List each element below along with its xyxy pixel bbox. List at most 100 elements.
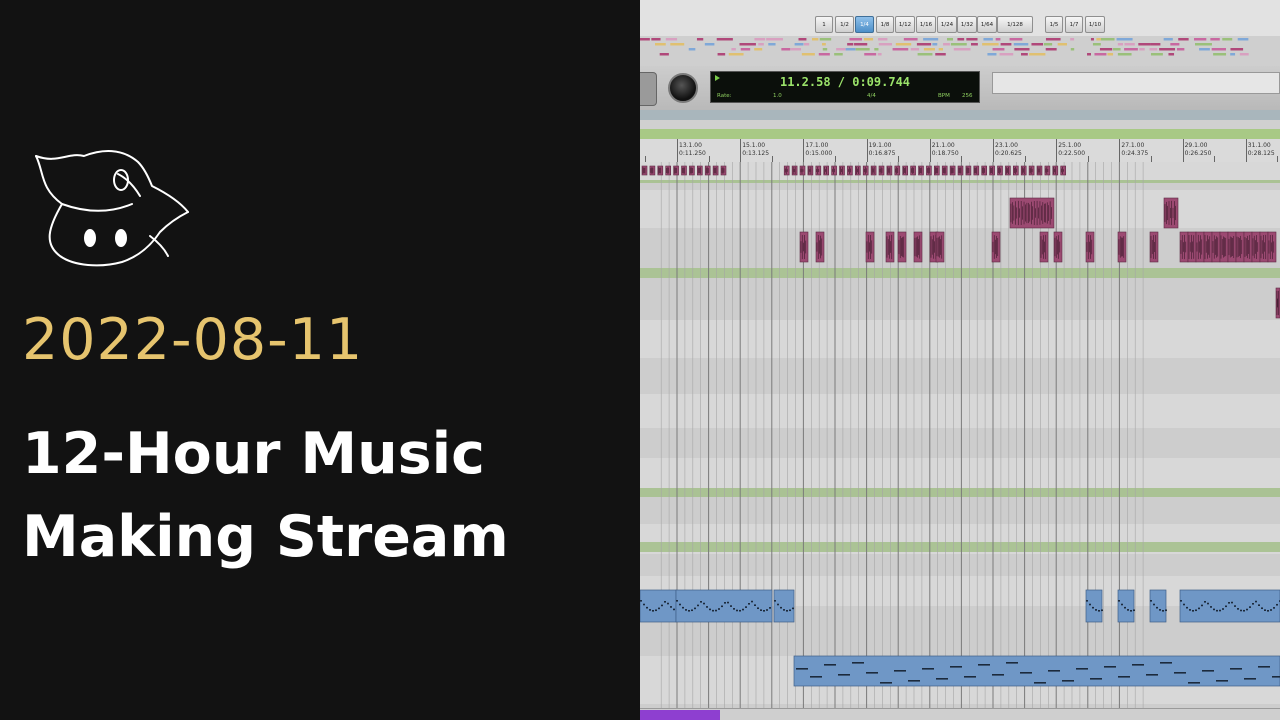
overview-clip [659, 53, 669, 56]
audio-clip [870, 165, 877, 176]
midi-note [718, 608, 720, 610]
midi-note [978, 664, 990, 666]
midi-note [1222, 608, 1224, 610]
midi-note [1156, 606, 1158, 609]
grid-value-button[interactable]: 1/16 [916, 16, 936, 33]
midi-note [1174, 672, 1186, 674]
overview-clip [696, 38, 704, 41]
ruler-tick [993, 139, 994, 162]
overview-clip [1199, 48, 1210, 51]
overview-clip [987, 53, 997, 56]
overview-clip [731, 48, 736, 51]
midi-note [1150, 600, 1152, 602]
grid-value-button[interactable]: 1/2 [835, 16, 854, 33]
overview-clip [1195, 43, 1212, 46]
ruler-bar-label: 13.1.00 [679, 142, 702, 149]
midi-note [724, 602, 726, 604]
grid-value-button[interactable]: 1/24 [937, 16, 957, 33]
midi-note [766, 609, 768, 611]
audio-clip [894, 165, 901, 176]
grid-value-button[interactable]: 1/128 [997, 16, 1033, 33]
overview-clip [863, 38, 874, 41]
grid-value-button[interactable]: 1/64 [977, 16, 997, 33]
midi-note [1244, 678, 1256, 680]
grid-value-toolbar: 1 1/2 1/4 1/8 1/12 1/16 1/24 1/32 1/64 1/128 1/5 1/… [640, 0, 1280, 37]
marker-ruler[interactable] [640, 129, 1280, 139]
midi-note [824, 664, 836, 666]
track-lanes-area[interactable] [640, 162, 1280, 710]
grid-value-button[interactable]: 1/32 [957, 16, 977, 33]
grid-value-button[interactable]: 1 [815, 16, 833, 33]
ruler-time-label: 0:13.125 [742, 150, 770, 157]
midi-note [679, 603, 681, 606]
midi-note [1121, 603, 1123, 606]
overview-clip [1211, 48, 1226, 51]
overview-clip [1096, 38, 1101, 41]
midi-note [1246, 608, 1248, 611]
transport-left-edge-button[interactable] [640, 72, 657, 106]
jog-wheel-knob[interactable] [668, 73, 698, 103]
grid-value-button[interactable]: 1/4 [855, 16, 874, 33]
tuplet-grid-button[interactable]: 1/7 [1065, 16, 1083, 33]
overview-clip [983, 38, 993, 41]
midi-note [1098, 609, 1100, 612]
bars-beats-ruler[interactable]: 13.1.00 0:11.250 15.1.00 0:13.125 17.1.00 0:1… [640, 139, 1280, 163]
midi-note [658, 607, 660, 610]
overview-clip [1021, 53, 1028, 56]
tuplet-grid-button[interactable]: 1/10 [1085, 16, 1105, 33]
audio-clip [1060, 165, 1067, 176]
scrollbar-thumb[interactable] [640, 710, 720, 720]
overview-clip [754, 38, 766, 41]
midi-note [1195, 609, 1197, 612]
ruler-bar-label: 15.1.00 [742, 142, 766, 149]
midi-clip [773, 589, 795, 623]
overview-clip [1113, 48, 1121, 51]
overview-clip [1194, 38, 1207, 41]
overview-clip [895, 43, 912, 46]
overview-clip [917, 53, 933, 56]
midi-note [1255, 600, 1257, 603]
overview-clip [878, 38, 888, 41]
midi-note [1183, 603, 1185, 606]
ruler-bar-label: 25.1.00 [1058, 142, 1082, 149]
midi-note [810, 676, 822, 678]
overview-clip [995, 38, 1001, 41]
midi-note [700, 601, 702, 603]
grid-value-button[interactable]: 1/12 [895, 16, 915, 33]
overview-clip [845, 48, 856, 51]
overview-clip [819, 38, 832, 41]
overview-clip [864, 53, 877, 56]
midi-note [763, 609, 765, 612]
overview-clip [971, 43, 978, 46]
mini-timeline-overview[interactable] [640, 36, 1280, 67]
track-lane [640, 394, 1280, 428]
wizard-hat-mascot-icon [35, 150, 189, 267]
midi-note [1273, 607, 1275, 609]
midi-clip [1149, 589, 1167, 623]
grid-value-button[interactable]: 1/8 [876, 16, 894, 33]
counter-rate-label: Rate: [717, 93, 732, 99]
overview-clip [739, 43, 756, 46]
audio-clip [673, 165, 679, 176]
midi-note [1270, 609, 1272, 611]
overview-clip [1045, 38, 1061, 41]
midi-note [1204, 601, 1206, 603]
tuplet-grid-button[interactable]: 1/5 [1045, 16, 1063, 33]
main-counter-display: 11.2.58 / 0:09.744 Rate: 1.0 4/4 BPM 256 [710, 71, 980, 103]
overview-clip [1178, 38, 1189, 41]
stream-title-line-1: 12-Hour Music [22, 421, 485, 487]
midi-note [1089, 603, 1091, 606]
ruler-tick [740, 139, 742, 162]
midi-note [1228, 602, 1230, 604]
midi-note [1153, 603, 1155, 606]
midi-note [1162, 609, 1164, 612]
transport-secondary-field[interactable] [992, 72, 1280, 94]
overview-clip [1163, 38, 1173, 41]
overview-clip [1092, 43, 1101, 46]
overview-clip [957, 38, 965, 41]
midi-clip [640, 589, 677, 623]
overview-clip [953, 48, 971, 51]
horizontal-scrollbar[interactable] [640, 708, 1280, 720]
midi-note [1234, 605, 1236, 607]
midi-note [1130, 609, 1132, 612]
